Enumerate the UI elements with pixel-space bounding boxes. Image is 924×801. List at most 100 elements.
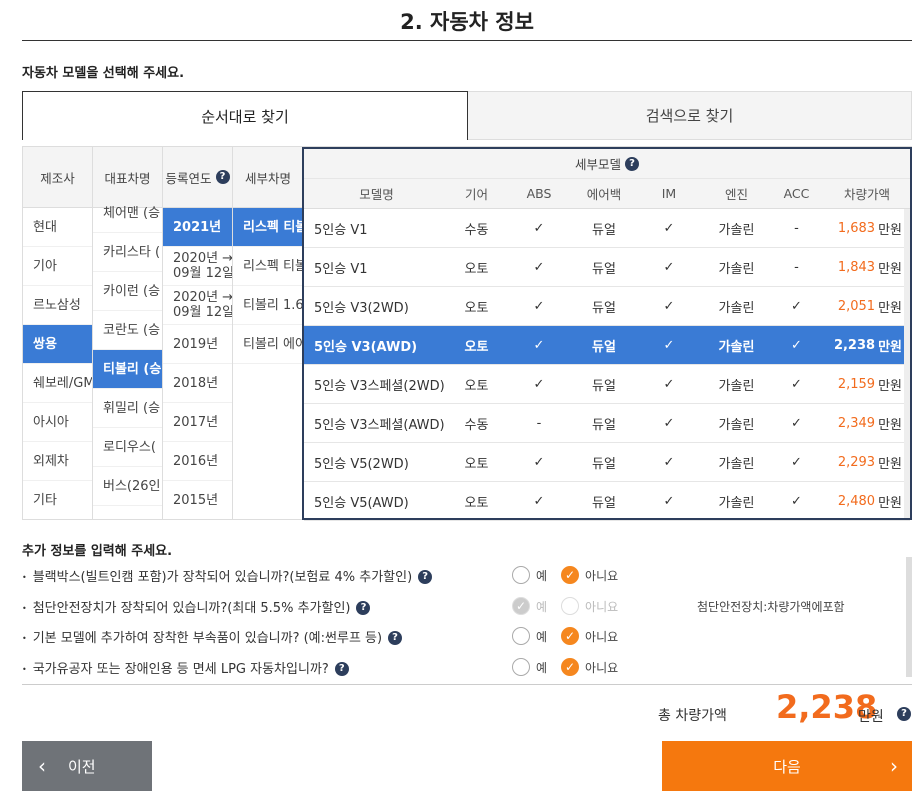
questions-scrollbar[interactable]: [906, 557, 912, 677]
model-list-item[interactable]: 버스(26인: [93, 467, 162, 506]
detail-model-row[interactable]: 5인승 V1 오토 ✓ 듀얼 ✓ 가솔린 - 1,843 만원: [304, 248, 910, 287]
year-list-item[interactable]: 2018년: [163, 364, 232, 403]
model-list-item[interactable]: 코란도 (승: [93, 311, 162, 350]
total-price-unit: 만원: [858, 709, 884, 725]
submodel-list-item[interactable]: 티볼리 1.6: [233, 286, 303, 325]
prev-button[interactable]: ‹ 이전: [22, 741, 152, 791]
price-unit: 만원: [878, 495, 902, 511]
radio-no[interactable]: ✓ 아니요: [561, 566, 618, 584]
help-icon[interactable]: ?: [356, 601, 371, 615]
year-list-item[interactable]: 2021년: [163, 208, 232, 247]
submodel-list[interactable]: 리스펙 티볼 리스펙 티볼 티볼리 1.6 티볼리 에어: [233, 208, 303, 364]
tab-sequential-search[interactable]: 순서대로 찾기: [22, 91, 468, 140]
year-list-item[interactable]: 2019년: [163, 325, 232, 364]
radio-yes[interactable]: 예: [512, 627, 547, 645]
price-value: 2,480: [837, 493, 876, 509]
model-list-item[interactable]: 카리스타 (: [93, 233, 162, 272]
year-list[interactable]: 2021년 2020년 → 09월 12일 2020년 → 09월 12일 2019년…: [163, 208, 232, 519]
submodel-list-item[interactable]: 티볼리 에어: [233, 325, 303, 364]
help-icon[interactable]: ?: [897, 707, 911, 721]
maker-list-item[interactable]: 현대: [23, 208, 92, 247]
radio-yes[interactable]: 예: [512, 566, 547, 584]
gear-cell: 오토: [464, 378, 489, 394]
model-list[interactable]: 체어맨 (승 카리스타 (카이런 (승 코란도 (승 티볼리 (승 휘밀리 (승 로디우스…: [93, 194, 162, 519]
next-button-label: 다음: [773, 757, 801, 776]
price-unit: 만원: [878, 300, 902, 316]
model-list-item[interactable]: 휘밀리 (승: [93, 389, 162, 428]
detail-model-row[interactable]: 5인승 V3스페셜(AWD) 수동 - 듀얼 ✓ 가솔린 ✓ 2,349 만원: [304, 404, 910, 443]
year-list-item[interactable]: 2017년: [163, 403, 232, 442]
submodel-list-item[interactable]: 리스펙 티볼: [233, 247, 303, 286]
next-button[interactable]: 다음 ›: [662, 741, 912, 791]
maker-list-item[interactable]: 기타: [23, 481, 92, 519]
help-icon[interactable]: ?: [625, 156, 639, 171]
price-cell: 2,238 만원: [824, 326, 910, 364]
col-gear: 기어: [464, 187, 488, 202]
year-list-item[interactable]: 2015년: [163, 481, 232, 519]
acc-cell: ✓: [791, 493, 802, 509]
maker-column: 제조사 현대 기아 르노삼성 쌍용 쉐보레/GM 아시아 외제차 기타: [23, 147, 93, 519]
select-model-prompt: 자동차 모델을 선택해 주세요.: [22, 66, 185, 81]
detail-model-row[interactable]: 5인승 V5(AWD) 오토 ✓ 듀얼 ✓ 가솔린 ✓ 2,480 만원: [304, 482, 910, 521]
model-list-item[interactable]: 체어맨 (승: [93, 194, 162, 233]
question-row: 기본 모델에 추가하여 장착한 부속품이 있습니까? (예:썬루프 등)? 예 ✓ 아…: [22, 621, 902, 651]
maker-list-item[interactable]: 쉐보레/GM: [23, 364, 92, 403]
help-icon[interactable]: ?: [215, 170, 230, 184]
engine-cell: 가솔린: [718, 222, 755, 238]
tab-keyword-search[interactable]: 검색으로 찾기: [468, 91, 912, 140]
maker-list-item[interactable]: 외제차: [23, 442, 92, 481]
model-list-item[interactable]: 카이런 (승: [93, 272, 162, 311]
engine-cell: 가솔린: [718, 300, 755, 316]
help-icon[interactable]: ?: [388, 631, 403, 645]
question-note: 첨단안전장치:차량가액에포함: [697, 599, 845, 614]
detail-model-panel: 세부모델? 모델명 기어 ABS 에어백 IM 엔진 ACC 차량가액 5인승 …: [302, 147, 912, 521]
detail-model-row[interactable]: 5인승 V3(2WD) 오토 ✓ 듀얼 ✓ 가솔린 ✓ 2,051 만원: [304, 287, 910, 326]
help-icon[interactable]: ?: [334, 662, 349, 676]
radio-no[interactable]: ✓ 아니요: [561, 658, 618, 676]
maker-list-item[interactable]: 아시아: [23, 403, 92, 442]
submodel-list-item[interactable]: 리스펙 티볼: [233, 208, 303, 247]
model-list-item[interactable]: 로디우스(: [93, 428, 162, 467]
model-list-item[interactable]: ...: [93, 506, 162, 519]
answer-radio-group: ✓ 예 아니요: [512, 597, 687, 615]
gear-cell: 오토: [464, 495, 489, 511]
help-icon[interactable]: ?: [418, 570, 433, 584]
radio-circle-icon: [512, 658, 530, 676]
year-column-header: 등록연도?: [163, 147, 232, 208]
year-list-item[interactable]: 2016년: [163, 442, 232, 481]
im-cell: ✓: [663, 298, 675, 314]
price-cell: 2,051 만원: [824, 287, 910, 325]
maker-list-item[interactable]: 르노삼성: [23, 286, 92, 325]
model-name-cell: 5인승 V1: [314, 261, 368, 277]
maker-list-item[interactable]: 기아: [23, 247, 92, 286]
detail-model-row[interactable]: 5인승 V3스페셜(2WD) 오토 ✓ 듀얼 ✓ 가솔린 ✓ 2,159 만원: [304, 365, 910, 404]
price-value: 1,843: [837, 259, 876, 275]
price-unit: 만원: [878, 261, 902, 277]
airbag-cell: 듀얼: [592, 222, 616, 238]
question-text: 첨단안전장치가 장착되어 있습니까?(최대 5.5% 추가할인)?: [22, 597, 512, 616]
detail-model-row[interactable]: 5인승 V3(AWD) 오토 ✓ 듀얼 ✓ 가솔린 ✓ 2,238 만원: [304, 326, 910, 365]
detail-scrollbar-track[interactable]: [904, 209, 910, 518]
airbag-cell: 듀얼: [592, 378, 616, 394]
gear-cell: 오토: [464, 339, 489, 355]
question-row: 블랙박스(빌트인캠 포함)가 장착되어 있습니까?(보험료 4% 추가할인)?예…: [22, 560, 902, 590]
answer-radio-group: 예 ✓ 아니요: [512, 627, 687, 645]
extra-info-title: 추가 정보를 입력해 주세요.: [22, 544, 173, 559]
year-list-item[interactable]: 2020년 → 09월 12일: [163, 286, 232, 325]
detail-model-row[interactable]: 5인승 V5(2WD) 오토 ✓ 듀얼 ✓ 가솔린 ✓ 2,293 만원: [304, 443, 910, 482]
model-list-item[interactable]: 티볼리 (승: [93, 350, 162, 389]
total-price-label: 총 차량가액: [658, 708, 727, 724]
col-im: IM: [661, 186, 677, 201]
radio-no[interactable]: ✓ 아니요: [561, 627, 618, 645]
year-list-item[interactable]: 2020년 → 09월 12일: [163, 247, 232, 286]
radio-label: 예: [536, 629, 548, 644]
search-mode-tabs: 순서대로 찾기 검색으로 찾기: [22, 91, 912, 140]
radio-yes[interactable]: 예: [512, 658, 547, 676]
maker-list-item[interactable]: 쌍용: [23, 325, 92, 364]
model-name-cell: 5인승 V5(AWD): [314, 495, 409, 511]
check-icon: ✓: [561, 658, 580, 676]
price-cell: 2,293 만원: [824, 443, 910, 481]
detail-model-row[interactable]: 5인승 V1 수동 ✓ 듀얼 ✓ 가솔린 - 1,683 만원: [304, 209, 910, 248]
maker-list[interactable]: 현대 기아 르노삼성 쌍용 쉐보레/GM 아시아 외제차 기타: [23, 208, 92, 519]
engine-cell: 가솔린: [718, 417, 755, 433]
